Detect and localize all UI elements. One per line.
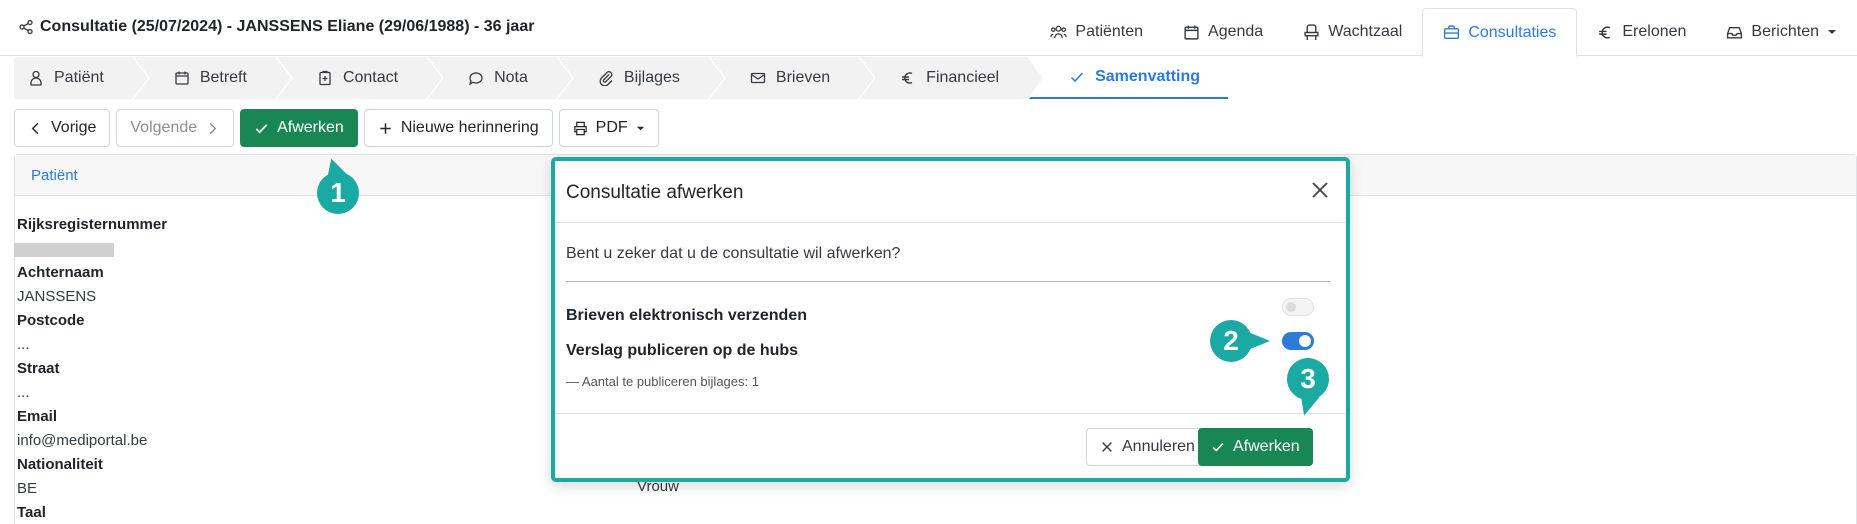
nav-wachtzaal[interactable]: Wachtzaal — [1283, 8, 1422, 56]
share-nodes-icon — [19, 19, 33, 35]
pdf-dropdown-button[interactable]: PDF — [558, 109, 659, 147]
send-letters-toggle[interactable] — [1282, 298, 1314, 316]
chevron-right-icon — [209, 122, 217, 134]
modal-footer: Annuleren Afwerken — [555, 413, 1346, 481]
previous-button[interactable]: Vorige — [14, 109, 111, 147]
modal-title: Consultatie afwerken — [566, 182, 744, 203]
check-icon — [1212, 442, 1224, 452]
modal-body: Bent u zeker dat u de consultatie wil af… — [555, 223, 1346, 412]
callout-3: 3 — [1287, 358, 1329, 400]
step-samenvatting[interactable]: Samenvatting — [1029, 57, 1229, 99]
calendar-icon — [1184, 25, 1199, 40]
close-icon[interactable] — [1309, 179, 1331, 201]
users-icon — [1050, 25, 1068, 38]
briefcase-icon — [1444, 25, 1460, 40]
printer-icon — [573, 121, 587, 135]
field-taal: Taal — [17, 504, 46, 521]
step-patient[interactable]: Patiënt — [14, 57, 150, 99]
option-publish-hubs-label: Verslag publiceren op de hubs — [566, 342, 799, 359]
main-nav: Patiënten Agenda Wachtzaal Consultaties … — [1030, 8, 1857, 57]
publish-hubs-toggle[interactable] — [1282, 332, 1314, 350]
euro-icon — [902, 72, 913, 84]
nav-erelonen[interactable]: Erelonen — [1577, 8, 1706, 56]
close-icon — [1102, 442, 1112, 452]
calendar-icon — [175, 71, 189, 85]
clipboard-plus-icon — [319, 70, 331, 86]
caret-down-icon — [636, 126, 644, 130]
chair-icon — [1304, 23, 1319, 40]
step-betreft[interactable]: Betreft — [133, 57, 294, 99]
step-nota[interactable]: Nota — [428, 57, 574, 99]
step-contact[interactable]: Contact — [276, 57, 445, 99]
person-icon — [30, 70, 42, 86]
field-achternaam: Achternaam JANSSENS — [17, 264, 104, 305]
finish-button[interactable]: Afwerken — [240, 109, 358, 147]
step-brieven[interactable]: Brieven — [709, 57, 877, 99]
modal-question: Bent u zeker dat u de consultatie wil af… — [566, 245, 901, 262]
modal-header: Consultatie afwerken — [555, 161, 1346, 223]
field-rijksregisternummer: Rijksregisternummer — [14, 216, 167, 264]
consultation-steps: Patiënt Betreft Contact Nota Bijlages Br… — [14, 57, 1230, 99]
comment-icon — [468, 72, 483, 86]
action-toolbar: Vorige Volgende Afwerken Nieuwe herinner… — [14, 109, 659, 147]
plus-icon — [380, 122, 391, 134]
chevron-left-icon — [31, 122, 39, 134]
page-title: Consultatie (25/07/2024) - JANSSENS Elia… — [18, 18, 534, 36]
field-email: Email info@mediportal.be — [17, 408, 148, 449]
check-icon — [255, 123, 268, 133]
mail-icon — [750, 72, 766, 84]
callout-2: 2 — [1210, 320, 1270, 362]
divider — [566, 281, 1331, 282]
nav-patienten[interactable]: Patiënten — [1030, 8, 1163, 56]
paperclip-icon — [599, 71, 613, 86]
field-postcode: Postcode ... — [17, 312, 85, 353]
field-straat: Straat ... — [17, 360, 60, 401]
euro-icon — [1599, 25, 1611, 39]
confirm-finish-button[interactable]: Afwerken — [1198, 428, 1313, 466]
redacted-value — [14, 243, 114, 257]
nav-berichten[interactable]: Berichten — [1706, 8, 1857, 56]
top-bar: Consultatie (25/07/2024) - JANSSENS Elia… — [0, 0, 1857, 57]
check-icon — [1071, 72, 1084, 83]
attachments-count: — Aantal te publiceren bijlages: 1 — [566, 374, 759, 389]
step-bijlages[interactable]: Bijlages — [557, 57, 726, 99]
step-financieel[interactable]: Financieel — [860, 57, 1046, 99]
cancel-button[interactable]: Annuleren — [1086, 428, 1209, 466]
nav-agenda[interactable]: Agenda — [1163, 8, 1283, 56]
page-title-text: Consultatie (25/07/2024) - JANSSENS Elia… — [40, 18, 535, 35]
new-reminder-button[interactable]: Nieuwe herinnering — [363, 109, 553, 147]
caret-down-icon — [1828, 30, 1836, 34]
option-send-letters-label: Brieven elektronisch verzenden — [566, 307, 807, 324]
inbox-icon — [1727, 26, 1743, 39]
next-button[interactable]: Volgende — [116, 109, 235, 147]
callout-1: 1 — [317, 172, 359, 214]
field-nationaliteit: Nationaliteit BE — [17, 456, 103, 497]
nav-consultaties[interactable]: Consultaties — [1422, 8, 1578, 57]
